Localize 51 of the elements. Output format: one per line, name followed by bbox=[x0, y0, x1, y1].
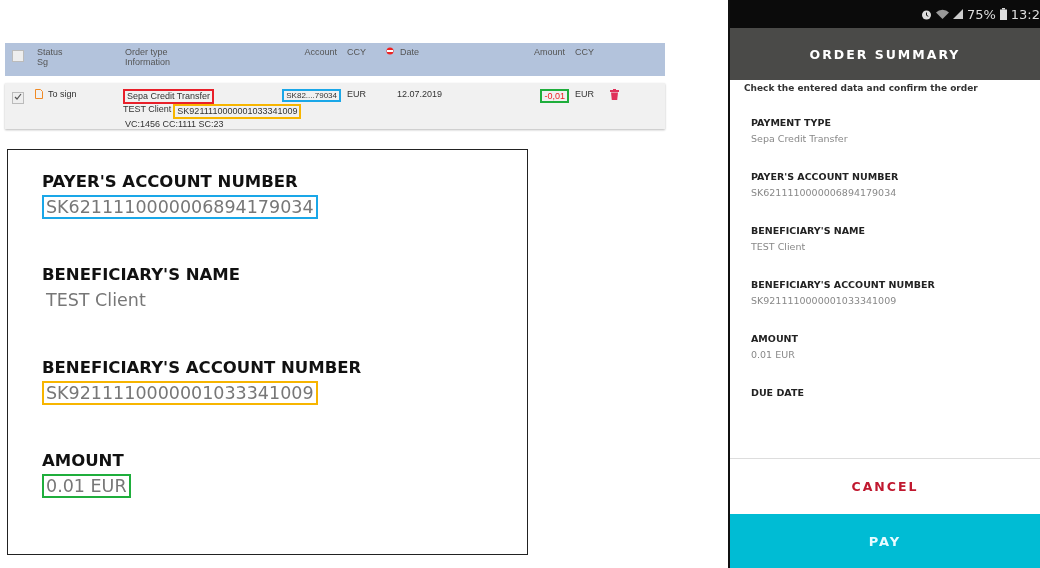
column-header[interactable]: Date bbox=[398, 47, 421, 57]
field-value: 0.01 EUR bbox=[751, 349, 796, 360]
field-label: BENEFICIARY'S NAME bbox=[42, 265, 241, 284]
screen-title: ORDER SUMMARY bbox=[809, 46, 961, 62]
field-value: SK6211110000006894179034 bbox=[751, 187, 898, 198]
field-label: AMOUNT bbox=[42, 451, 124, 470]
column-header[interactable]: Amount bbox=[531, 47, 567, 57]
client-name: TEST Client bbox=[123, 104, 172, 116]
field-value: Sepa Credit Transfer bbox=[751, 133, 849, 144]
beneficiary-account-text: SK9211110000001033341009 bbox=[173, 104, 302, 119]
instruction-text: Check the entered data and confirm the order bbox=[743, 82, 979, 93]
field-value: SK6211110000006894179034 bbox=[42, 195, 318, 219]
field-label: BENEFICIARY'S ACCOUNT NUMBER bbox=[42, 358, 362, 377]
field-label: PAYER'S ACCOUNT NUMBER bbox=[751, 171, 900, 182]
document-icon bbox=[35, 89, 43, 99]
column-header[interactable]: CCY bbox=[573, 47, 610, 57]
battery-icon bbox=[999, 8, 1007, 20]
column-header[interactable]: Order type bbox=[123, 47, 279, 57]
field-label: BENEFICIARY'S NAME bbox=[751, 225, 867, 236]
order-type-text: Sepa Credit Transfer bbox=[123, 89, 215, 104]
field-label: PAYMENT TYPE bbox=[751, 117, 832, 128]
select-all-checkbox[interactable] bbox=[12, 50, 24, 62]
battery-percent: 75% bbox=[966, 6, 996, 22]
currency-text: EUR bbox=[346, 89, 367, 99]
account-text: SK82....79034 bbox=[282, 89, 341, 102]
field-label: DUE DATE bbox=[751, 387, 805, 398]
column-header[interactable]: Information bbox=[123, 57, 279, 67]
row-checkbox[interactable] bbox=[12, 92, 24, 104]
field-label: PAYER'S ACCOUNT NUMBER bbox=[42, 172, 298, 191]
field-value: SK9211110000001033341009 bbox=[751, 295, 898, 306]
date-text: 12.07.2019 bbox=[396, 89, 444, 99]
field-label: AMOUNT bbox=[751, 333, 800, 344]
column-header[interactable]: Status bbox=[35, 47, 123, 57]
field-value: 0.01 EUR bbox=[42, 474, 131, 498]
column-header[interactable]: Sg bbox=[35, 57, 123, 67]
wifi-icon bbox=[935, 9, 949, 19]
field-value: TEST Client bbox=[751, 241, 807, 252]
status-text: To sign bbox=[47, 89, 78, 99]
field-value: TEST Client bbox=[45, 289, 147, 312]
currency-text: EUR bbox=[574, 89, 595, 99]
sort-icon[interactable] bbox=[385, 47, 395, 55]
alarm-icon bbox=[920, 8, 932, 20]
field-value: SK9211110000001033341009 bbox=[42, 381, 318, 405]
column-header[interactable]: Account bbox=[302, 47, 339, 57]
codes-text: VC:1456 CC:1111 SC:23 bbox=[124, 119, 225, 130]
trash-icon[interactable] bbox=[610, 89, 619, 100]
amount-text: -0,01 bbox=[540, 89, 569, 103]
column-header[interactable]: CCY bbox=[345, 47, 385, 57]
signal-icon bbox=[952, 9, 963, 19]
clock-time: 13:2 bbox=[1010, 6, 1040, 22]
field-label: BENEFICIARY'S ACCOUNT NUMBER bbox=[751, 279, 936, 290]
